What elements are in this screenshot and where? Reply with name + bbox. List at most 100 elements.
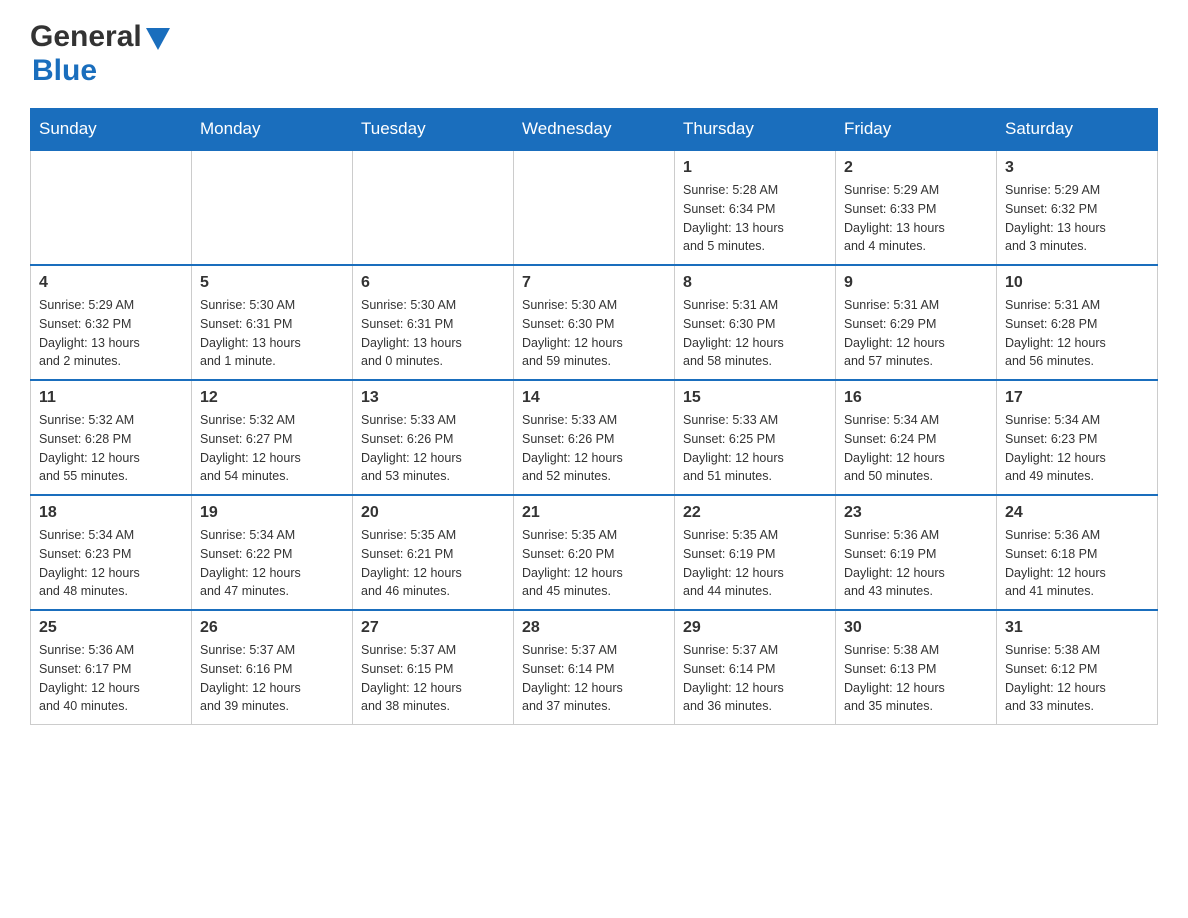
calendar-cell: 6 Sunrise: 5:30 AM Sunset: 6:31 PM Daylig… [353, 265, 514, 380]
calendar-cell: 10 Sunrise: 5:31 AM Sunset: 6:28 PM Dayli… [997, 265, 1158, 380]
day-number: 21 [522, 504, 666, 522]
day-number: 2 [844, 159, 988, 177]
day-info: Sunrise: 5:34 AM Sunset: 6:24 PM Dayligh… [844, 411, 988, 486]
day-info: Sunrise: 5:30 AM Sunset: 6:31 PM Dayligh… [200, 296, 344, 371]
calendar-week-1: 1 Sunrise: 5:28 AM Sunset: 6:34 PM Daylig… [31, 150, 1158, 265]
day-number: 7 [522, 274, 666, 292]
day-info: Sunrise: 5:28 AM Sunset: 6:34 PM Dayligh… [683, 181, 827, 256]
day-info: Sunrise: 5:35 AM Sunset: 6:19 PM Dayligh… [683, 526, 827, 601]
calendar-cell: 14Sunrise: 5:33 AM Sunset: 6:26 PM Dayli… [514, 380, 675, 495]
calendar-header-tuesday: Tuesday [353, 109, 514, 151]
day-number: 31 [1005, 619, 1149, 637]
day-number: 20 [361, 504, 505, 522]
day-info: Sunrise: 5:36 AM Sunset: 6:17 PM Dayligh… [39, 641, 183, 716]
calendar-cell: 28 Sunrise: 5:37 AM Sunset: 6:14 PM Dayli… [514, 610, 675, 725]
calendar-cell: 2 Sunrise: 5:29 AM Sunset: 6:33 PM Daylig… [836, 150, 997, 265]
day-number: 26 [200, 619, 344, 637]
day-info: Sunrise: 5:33 AM Sunset: 6:25 PM Dayligh… [683, 411, 827, 486]
calendar-week-3: 11 Sunrise: 5:32 AM Sunset: 6:28 PM Dayli… [31, 380, 1158, 495]
calendar-cell: 21 Sunrise: 5:35 AM Sunset: 6:20 PM Dayli… [514, 495, 675, 610]
calendar-cell: 31Sunrise: 5:38 AM Sunset: 6:12 PM Dayli… [997, 610, 1158, 725]
day-number: 24 [1005, 504, 1149, 522]
day-number: 8 [683, 274, 827, 292]
day-number: 18 [39, 504, 183, 522]
calendar-cell: 26 Sunrise: 5:37 AM Sunset: 6:16 PM Dayli… [192, 610, 353, 725]
calendar-header-saturday: Saturday [997, 109, 1158, 151]
calendar-cell: 11 Sunrise: 5:32 AM Sunset: 6:28 PM Dayli… [31, 380, 192, 495]
day-info: Sunrise: 5:35 AM Sunset: 6:20 PM Dayligh… [522, 526, 666, 601]
day-number: 22 [683, 504, 827, 522]
day-number: 29 [683, 619, 827, 637]
logo-blue-label: Blue [30, 54, 97, 88]
day-info: Sunrise: 5:37 AM Sunset: 6:15 PM Dayligh… [361, 641, 505, 716]
day-number: 6 [361, 274, 505, 292]
day-number: 17 [1005, 389, 1149, 407]
day-number: 27 [361, 619, 505, 637]
calendar-cell: 13Sunrise: 5:33 AM Sunset: 6:26 PM Dayli… [353, 380, 514, 495]
calendar-table: SundayMondayTuesdayWednesdayThursdayFrid… [30, 108, 1158, 725]
calendar-week-2: 4 Sunrise: 5:29 AM Sunset: 6:32 PM Daylig… [31, 265, 1158, 380]
day-number: 10 [1005, 274, 1149, 292]
calendar-cell: 15 Sunrise: 5:33 AM Sunset: 6:25 PM Dayli… [675, 380, 836, 495]
day-info: Sunrise: 5:31 AM Sunset: 6:29 PM Dayligh… [844, 296, 988, 371]
day-info: Sunrise: 5:29 AM Sunset: 6:33 PM Dayligh… [844, 181, 988, 256]
calendar-header-row: SundayMondayTuesdayWednesdayThursdayFrid… [31, 109, 1158, 151]
day-info: Sunrise: 5:34 AM Sunset: 6:22 PM Dayligh… [200, 526, 344, 601]
day-number: 12 [200, 389, 344, 407]
day-info: Sunrise: 5:30 AM Sunset: 6:31 PM Dayligh… [361, 296, 505, 371]
day-number: 19 [200, 504, 344, 522]
day-number: 15 [683, 389, 827, 407]
day-info: Sunrise: 5:33 AM Sunset: 6:26 PM Dayligh… [522, 411, 666, 486]
page-header: General Blue [30, 20, 1158, 88]
day-info: Sunrise: 5:34 AM Sunset: 6:23 PM Dayligh… [39, 526, 183, 601]
day-info: Sunrise: 5:38 AM Sunset: 6:13 PM Dayligh… [844, 641, 988, 716]
calendar-cell: 7 Sunrise: 5:30 AM Sunset: 6:30 PM Daylig… [514, 265, 675, 380]
logo-row: General [30, 20, 170, 54]
day-number: 16 [844, 389, 988, 407]
calendar-cell: 20 Sunrise: 5:35 AM Sunset: 6:21 PM Dayli… [353, 495, 514, 610]
calendar-cell: 5 Sunrise: 5:30 AM Sunset: 6:31 PM Daylig… [192, 265, 353, 380]
day-info: Sunrise: 5:37 AM Sunset: 6:14 PM Dayligh… [683, 641, 827, 716]
calendar-cell [192, 150, 353, 265]
calendar-cell [353, 150, 514, 265]
logo: General Blue [30, 20, 170, 88]
calendar-header-friday: Friday [836, 109, 997, 151]
day-info: Sunrise: 5:35 AM Sunset: 6:21 PM Dayligh… [361, 526, 505, 601]
calendar-cell [31, 150, 192, 265]
day-info: Sunrise: 5:32 AM Sunset: 6:28 PM Dayligh… [39, 411, 183, 486]
day-number: 9 [844, 274, 988, 292]
calendar-cell: 29 Sunrise: 5:37 AM Sunset: 6:14 PM Dayli… [675, 610, 836, 725]
day-info: Sunrise: 5:29 AM Sunset: 6:32 PM Dayligh… [39, 296, 183, 371]
day-number: 28 [522, 619, 666, 637]
calendar-cell: 1 Sunrise: 5:28 AM Sunset: 6:34 PM Daylig… [675, 150, 836, 265]
day-number: 11 [39, 389, 183, 407]
day-info: Sunrise: 5:31 AM Sunset: 6:28 PM Dayligh… [1005, 296, 1149, 371]
day-info: Sunrise: 5:37 AM Sunset: 6:16 PM Dayligh… [200, 641, 344, 716]
logo-triangle-icon [146, 28, 170, 50]
day-info: Sunrise: 5:34 AM Sunset: 6:23 PM Dayligh… [1005, 411, 1149, 486]
day-number: 1 [683, 159, 827, 177]
calendar-cell: 8Sunrise: 5:31 AM Sunset: 6:30 PM Daylig… [675, 265, 836, 380]
calendar-week-4: 18 Sunrise: 5:34 AM Sunset: 6:23 PM Dayli… [31, 495, 1158, 610]
calendar-cell: 30Sunrise: 5:38 AM Sunset: 6:13 PM Dayli… [836, 610, 997, 725]
calendar-header-monday: Monday [192, 109, 353, 151]
day-number: 5 [200, 274, 344, 292]
calendar-header-wednesday: Wednesday [514, 109, 675, 151]
calendar-cell: 25 Sunrise: 5:36 AM Sunset: 6:17 PM Dayli… [31, 610, 192, 725]
day-number: 13 [361, 389, 505, 407]
calendar-cell: 3 Sunrise: 5:29 AM Sunset: 6:32 PM Daylig… [997, 150, 1158, 265]
calendar-cell: 27 Sunrise: 5:37 AM Sunset: 6:15 PM Dayli… [353, 610, 514, 725]
day-number: 3 [1005, 159, 1149, 177]
day-info: Sunrise: 5:29 AM Sunset: 6:32 PM Dayligh… [1005, 181, 1149, 256]
day-number: 25 [39, 619, 183, 637]
calendar-cell: 19 Sunrise: 5:34 AM Sunset: 6:22 PM Dayli… [192, 495, 353, 610]
calendar-cell: 22 Sunrise: 5:35 AM Sunset: 6:19 PM Dayli… [675, 495, 836, 610]
logo-general-label: General [30, 20, 142, 54]
day-info: Sunrise: 5:37 AM Sunset: 6:14 PM Dayligh… [522, 641, 666, 716]
calendar-cell: 16 Sunrise: 5:34 AM Sunset: 6:24 PM Dayli… [836, 380, 997, 495]
day-number: 23 [844, 504, 988, 522]
day-number: 4 [39, 274, 183, 292]
day-info: Sunrise: 5:30 AM Sunset: 6:30 PM Dayligh… [522, 296, 666, 371]
calendar-cell: 12Sunrise: 5:32 AM Sunset: 6:27 PM Dayli… [192, 380, 353, 495]
day-info: Sunrise: 5:36 AM Sunset: 6:18 PM Dayligh… [1005, 526, 1149, 601]
